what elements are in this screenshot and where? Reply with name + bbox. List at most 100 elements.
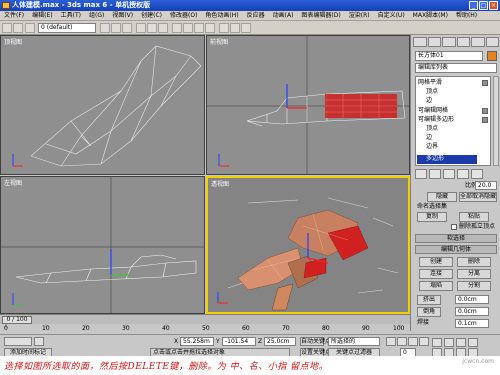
selected-dropdown[interactable]: 所选择的	[328, 337, 380, 346]
edit-geometry-rollout[interactable]: 编辑几何体	[415, 245, 497, 254]
zoom-icon[interactable]	[432, 338, 442, 347]
motion-tab-icon[interactable]	[456, 37, 470, 47]
rect-selection-icon[interactable]	[122, 23, 132, 33]
minimize-button[interactable]: _	[469, 1, 478, 10]
display-tab-icon[interactable]	[471, 37, 485, 47]
object-name-field[interactable]: 长方体01	[415, 51, 483, 61]
align-icon[interactable]	[205, 23, 215, 33]
remove-modifier-icon[interactable]	[457, 169, 469, 179]
delete-button[interactable]: 删除	[457, 257, 491, 267]
chamfer-spinner[interactable]: 0.0cm	[455, 307, 489, 316]
attach-button[interactable]: 连接	[419, 269, 453, 279]
menu-character[interactable]: 角色动画(H)	[201, 11, 242, 20]
auto-key-button[interactable]: 自动关键点	[300, 337, 331, 346]
stack-item-editable-mesh[interactable]: 可编辑网格	[418, 107, 448, 115]
stack-subitem-edge[interactable]: 边	[426, 134, 432, 142]
menu-graph-editors[interactable]: 图表编辑器(D)	[297, 11, 344, 20]
viewport-perspective[interactable]: 透视图	[206, 176, 410, 314]
time-slider-thumb[interactable]: 0 / 100	[2, 316, 32, 324]
stack-item-meshsmooth[interactable]: 网格平滑	[418, 79, 442, 87]
detach-button[interactable]: 分离	[457, 269, 491, 279]
soft-selection-rollout[interactable]: 软选择	[415, 234, 497, 243]
delete-isolated-checkbox[interactable]	[451, 224, 457, 230]
close-button[interactable]: ×	[489, 1, 498, 10]
chamfer-button[interactable]: 倒角	[417, 307, 441, 317]
stack-scrollbar[interactable]	[493, 76, 499, 166]
render-setup-icon[interactable]	[230, 23, 240, 33]
split-button[interactable]: 分割	[457, 281, 491, 291]
menu-reactor[interactable]: 反应器	[243, 11, 269, 20]
create-tab-icon[interactable]	[413, 37, 427, 47]
snap-icon[interactable]	[172, 23, 182, 33]
zoom-all-icon[interactable]	[444, 338, 454, 347]
angle-snap-icon[interactable]	[183, 23, 193, 33]
selection-lock-icon[interactable]	[34, 337, 44, 346]
modify-tab-icon[interactable]	[427, 37, 441, 47]
select-by-name-icon[interactable]	[111, 23, 121, 33]
undo-icon[interactable]	[2, 23, 12, 33]
x-coordinate-field[interactable]: 55.258m	[180, 337, 214, 346]
material-editor-icon[interactable]	[219, 23, 229, 33]
y-coordinate-field[interactable]: -101.54	[222, 337, 256, 346]
menu-tools[interactable]: 工具(T)	[57, 11, 85, 20]
redo-icon[interactable]	[13, 23, 23, 33]
scale-icon[interactable]	[158, 23, 168, 33]
make-unique-icon[interactable]	[443, 169, 455, 179]
move-icon[interactable]	[136, 23, 146, 33]
show-end-result-icon[interactable]	[429, 169, 441, 179]
paste-button[interactable]: 粘贴	[459, 212, 489, 222]
z-coordinate-field[interactable]: 25.0cm	[264, 337, 296, 346]
bulb-icon[interactable]	[482, 108, 488, 114]
modifier-list-dropdown[interactable]: 编辑库列表	[415, 63, 497, 73]
ratio-spinner[interactable]: 20.0	[475, 181, 497, 190]
unhide-all-button[interactable]: 全部取消隐藏	[459, 192, 497, 202]
menu-maxscript[interactable]: MAX脚本(M)	[409, 11, 452, 20]
time-slider[interactable]: 0 / 100	[0, 314, 410, 324]
maximize-button[interactable]: □	[479, 1, 488, 10]
weld-spinner[interactable]: 0.1cm	[455, 319, 489, 328]
stack-subitem-border[interactable]: 边界	[426, 143, 438, 151]
mirror-icon[interactable]	[194, 23, 204, 33]
menu-animation[interactable]: 动画(A)	[269, 11, 298, 20]
configure-sets-icon[interactable]	[471, 169, 483, 179]
select-object-icon[interactable]	[100, 23, 110, 33]
stack-subitem-vertex[interactable]: 顶点	[426, 125, 438, 133]
previous-frame-icon[interactable]	[397, 337, 407, 346]
menu-rendering[interactable]: 渲染(R)	[345, 11, 374, 20]
pin-stack-icon[interactable]	[415, 169, 427, 179]
extrude-button[interactable]: 挤出	[417, 295, 441, 305]
stack-subitem-vertex[interactable]: 顶点	[426, 88, 438, 96]
collapse-button[interactable]: 塌陷	[419, 281, 453, 291]
object-color-swatch[interactable]	[487, 51, 497, 61]
extrude-spinner[interactable]: 0.0cm	[455, 295, 489, 304]
menu-create[interactable]: 创建(C)	[137, 11, 166, 20]
stack-subitem-polygon[interactable]: 多边形	[426, 155, 444, 163]
zoom-extents-all-icon[interactable]	[468, 338, 478, 347]
utilities-tab-icon[interactable]	[485, 37, 499, 47]
goto-start-icon[interactable]	[386, 337, 396, 346]
bulb-icon[interactable]	[482, 117, 488, 123]
rotate-icon[interactable]	[147, 23, 157, 33]
menu-group[interactable]: 组(G)	[85, 11, 108, 20]
bulb-icon[interactable]	[482, 80, 488, 86]
hierarchy-tab-icon[interactable]	[442, 37, 456, 47]
hide-button[interactable]: 隐藏	[427, 192, 457, 202]
menu-help[interactable]: 帮助(H)	[452, 11, 481, 20]
viewport-left[interactable]: 左视图	[0, 176, 205, 314]
copy-button[interactable]: 复制	[417, 212, 447, 222]
menu-customize[interactable]: 自定义(U)	[374, 11, 409, 20]
play-icon[interactable]	[408, 337, 418, 346]
menu-edit[interactable]: 编辑(E)	[28, 11, 56, 20]
viewport-front[interactable]: 前视图	[206, 35, 410, 175]
create-button[interactable]: 创建	[419, 257, 453, 267]
menu-file[interactable]: 文件(F)	[0, 11, 28, 20]
stack-subitem-edge[interactable]: 边	[426, 97, 432, 105]
zoom-extents-icon[interactable]	[456, 338, 466, 347]
maxscript-listener-icon[interactable]	[4, 337, 32, 346]
menu-modifiers[interactable]: 修改器(O)	[166, 11, 201, 20]
quick-render-icon[interactable]	[241, 23, 251, 33]
link-icon[interactable]	[25, 23, 35, 33]
next-frame-icon[interactable]	[419, 337, 429, 346]
menu-views[interactable]: 视图(V)	[108, 11, 137, 20]
stack-item-editable-poly[interactable]: 可编辑多边形	[418, 116, 454, 124]
